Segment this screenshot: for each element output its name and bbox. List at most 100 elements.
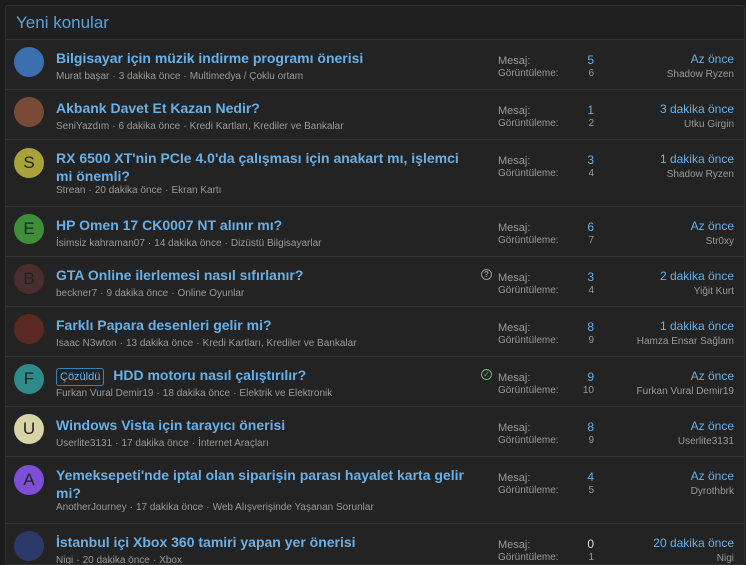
thread-title[interactable]: Akbank Davet Et Kazan Nedir? (56, 100, 260, 116)
thread-start-time[interactable]: 6 dakika önce (119, 121, 181, 132)
thread-start-time[interactable]: 13 dakika önce (126, 338, 193, 349)
thread-row[interactable]: B GTA Online ilerlemesi nasıl sıfırlanır… (6, 257, 744, 307)
views-stat: Görüntüleme: 1 (498, 552, 594, 563)
last-post-time[interactable]: 1 dakika önce (660, 319, 734, 333)
thread-title[interactable]: İstanbul içi Xbox 360 tamiri yapan yer ö… (56, 534, 356, 550)
thread-forum[interactable]: İnternet Araçları (198, 438, 269, 449)
thread-title[interactable]: HDD motoru nasıl çalıştırılır? (113, 367, 306, 383)
thread-row[interactable]: İstanbul içi Xbox 360 tamiri yapan yer ö… (6, 524, 744, 564)
avatar[interactable]: S (14, 148, 44, 178)
thread-row[interactable]: A Yemeksepeti'nde iptal olan siparişin p… (6, 457, 744, 524)
thread-meta: Strean · 20 dakika önce · Ekran Kartı (56, 185, 222, 196)
avatar[interactable] (14, 97, 44, 127)
thread-title-link[interactable]: Çözüldü HDD motoru nasıl çalıştırılır? (56, 366, 306, 386)
avatar[interactable]: E (14, 214, 44, 244)
last-post-time[interactable]: 20 dakika önce (653, 536, 734, 550)
thread-author[interactable]: İsimsiz kahraman07 (56, 238, 145, 249)
last-post-user[interactable]: Furkan Vural Demir19 (637, 386, 734, 397)
thread-title-link[interactable]: Windows Vista için tarayıcı önerisi (56, 416, 285, 434)
thread-author[interactable]: AnotherJourney (56, 502, 127, 513)
last-post-user[interactable]: Dyrothbrk (691, 486, 734, 497)
thread-start-time[interactable]: 3 dakika önce (119, 71, 181, 82)
last-post-time[interactable]: 1 dakika önce (660, 152, 734, 166)
thread-forum[interactable]: Online Oyunlar (178, 288, 245, 299)
thread-title-link[interactable]: İstanbul içi Xbox 360 tamiri yapan yer ö… (56, 533, 356, 551)
thread-title[interactable]: Farklı Papara desenleri gelir mi? (56, 317, 272, 333)
thread-row[interactable]: Bilgisayar için müzik indirme programı ö… (6, 40, 744, 90)
avatar[interactable]: F (14, 364, 44, 394)
thread-author[interactable]: Furkan Vural Demir19 (56, 388, 153, 399)
avatar[interactable]: U (14, 414, 44, 444)
thread-start-time[interactable]: 14 dakika önce (154, 238, 221, 249)
avatar[interactable] (14, 314, 44, 344)
thread-author[interactable]: Murat başar (56, 71, 109, 82)
replies-label: Mesaj: (498, 272, 531, 284)
replies-label: Mesaj: (498, 155, 531, 167)
thread-title[interactable]: HP Omen 17 CK0007 NT alınır mı? (56, 217, 282, 233)
solved-prefix-label[interactable]: Çözüldü (56, 368, 105, 386)
thread-title-link[interactable]: HP Omen 17 CK0007 NT alınır mı? (56, 216, 282, 234)
thread-title-link[interactable]: Yemeksepeti'nde iptal olan siparişin par… (56, 466, 466, 502)
last-post-time[interactable]: 3 dakika önce (660, 102, 734, 116)
last-post-user[interactable]: Yiğit Kurt (694, 286, 734, 297)
avatar-letter: F (23, 369, 35, 388)
thread-title-link[interactable]: Akbank Davet Et Kazan Nedir? (56, 99, 260, 117)
avatar-cell (6, 40, 50, 89)
thread-forum[interactable]: Kredi Kartları, Krediler ve Bankalar (190, 121, 344, 132)
last-post-time[interactable]: Az önce (691, 219, 734, 233)
avatar-cell: A (6, 457, 50, 523)
thread-forum[interactable]: Ekran Kartı (171, 185, 221, 196)
thread-row[interactable]: Farklı Papara desenleri gelir mi? Isaac … (6, 307, 744, 357)
last-post-time[interactable]: Az önce (691, 469, 734, 483)
thread-forum[interactable]: Kredi Kartları, Krediler ve Bankalar (203, 338, 357, 349)
last-post-user[interactable]: Userlite3131 (678, 436, 734, 447)
last-post-user[interactable]: Utku Girgin (684, 119, 734, 130)
last-post-user[interactable]: Hamza Ensar Sağlam (637, 336, 734, 347)
thread-start-time[interactable]: 20 dakika önce (95, 185, 162, 196)
thread-author[interactable]: Strean (56, 185, 85, 196)
last-post-user[interactable]: Shadow Ryzen (667, 69, 734, 80)
thread-forum[interactable]: Elektrik ve Elektronik (239, 388, 332, 399)
thread-row[interactable]: Akbank Davet Et Kazan Nedir? SeniYazdım ·… (6, 90, 744, 140)
replies-count: 9 (587, 370, 594, 384)
thread-forum[interactable]: Web Alışverişinde Yaşanan Sorunlar (213, 502, 374, 513)
last-post-user[interactable]: Shadow Ryzen (667, 169, 734, 180)
thread-author[interactable]: SeniYazdım (56, 121, 109, 132)
thread-title[interactable]: Yemeksepeti'nde iptal olan siparişin par… (56, 467, 464, 501)
thread-start-time[interactable]: 17 dakika önce (122, 438, 189, 449)
thread-title-link[interactable]: GTA Online ilerlemesi nasıl sıfırlanır? (56, 266, 303, 284)
thread-start-time[interactable]: 17 dakika önce (136, 502, 203, 513)
avatar[interactable]: A (14, 465, 44, 495)
thread-row[interactable]: F Çözüldü HDD motoru nasıl çalıştırılır?… (6, 357, 744, 407)
thread-row[interactable]: E HP Omen 17 CK0007 NT alınır mı? İsimsi… (6, 207, 744, 257)
avatar-cell: S (6, 140, 50, 206)
thread-forum[interactable]: Dizüstü Bilgisayarlar (231, 238, 322, 249)
thread-author[interactable]: Userlite3131 (56, 438, 112, 449)
avatar[interactable]: B (14, 264, 44, 294)
views-label: Görüntüleme: (498, 285, 559, 296)
last-post-time[interactable]: 2 dakika önce (660, 269, 734, 283)
thread-title[interactable]: Bilgisayar için müzik indirme programı ö… (56, 50, 363, 66)
last-post-user[interactable]: Str0xy (706, 236, 734, 247)
thread-title-link[interactable]: Farklı Papara desenleri gelir mi? (56, 316, 272, 334)
thread-title-link[interactable]: Bilgisayar için müzik indirme programı ö… (56, 49, 363, 67)
thread-row[interactable]: S RX 6500 XT'nin PCIe 4.0'da çalışması i… (6, 140, 744, 207)
thread-title[interactable]: RX 6500 XT'nin PCIe 4.0'da çalışması içi… (56, 150, 459, 184)
thread-title[interactable]: GTA Online ilerlemesi nasıl sıfırlanır? (56, 267, 303, 283)
question-icon: ? (481, 269, 492, 280)
thread-title[interactable]: Windows Vista için tarayıcı önerisi (56, 417, 285, 433)
thread-start-time[interactable]: 9 dakika önce (106, 288, 168, 299)
last-post-time[interactable]: Az önce (691, 419, 734, 433)
thread-meta: İsimsiz kahraman07 · 14 dakika önce · Dizüst… (56, 238, 322, 249)
thread-row[interactable]: U Windows Vista için tarayıcı önerisi Us… (6, 407, 744, 457)
thread-author[interactable]: beckner7 (56, 288, 97, 299)
thread-start-time[interactable]: 18 dakika önce (163, 388, 230, 399)
thread-author[interactable]: Isaac N3wton (56, 338, 117, 349)
last-post-time[interactable]: Az önce (691, 52, 734, 66)
last-post-time[interactable]: Az önce (691, 369, 734, 383)
last-post-user[interactable]: Nigi (717, 553, 734, 564)
widget-title[interactable]: Yeni konular (16, 13, 734, 33)
avatar[interactable] (14, 47, 44, 77)
thread-title-link[interactable]: RX 6500 XT'nin PCIe 4.0'da çalışması içi… (56, 149, 466, 185)
thread-forum[interactable]: Multimedya / Çoklu ortam (190, 71, 303, 82)
